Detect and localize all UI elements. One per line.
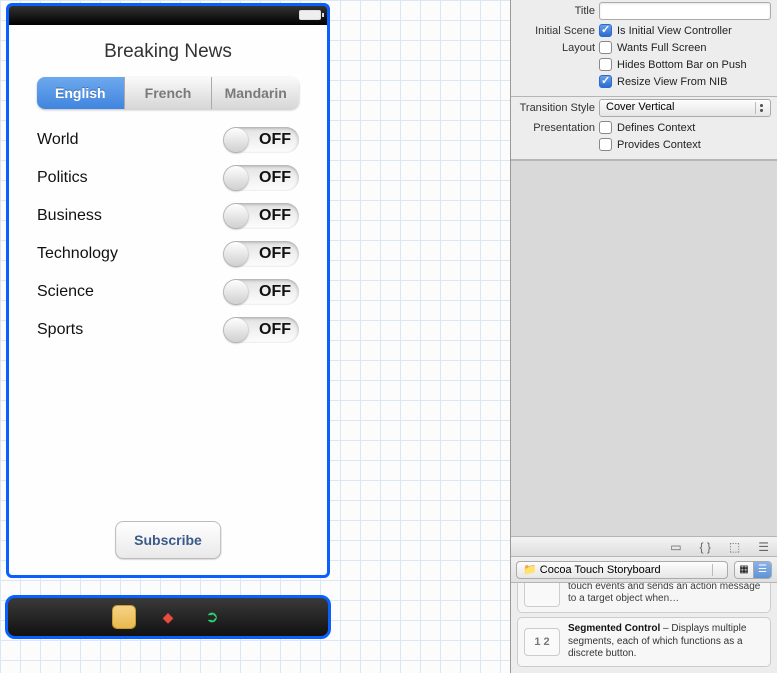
- switch-politics[interactable]: OFF: [223, 165, 299, 191]
- row-technology: Technology OFF: [9, 235, 327, 273]
- row-world: World OFF: [9, 121, 327, 159]
- row-science: Science OFF: [9, 273, 327, 311]
- subscribe-button[interactable]: Subscribe: [115, 521, 221, 559]
- object-library-list[interactable]: touch events and sends an action message…: [511, 583, 777, 673]
- presentation-label: Presentation: [517, 122, 599, 134]
- library-thumb-button: [524, 583, 560, 607]
- switch-sports[interactable]: OFF: [223, 317, 299, 343]
- object-library-icon[interactable]: ⬚: [729, 540, 740, 554]
- segment-english[interactable]: English: [37, 77, 125, 109]
- segment-french[interactable]: French: [125, 77, 213, 109]
- segment-mandarin[interactable]: Mandarin: [212, 77, 299, 109]
- row-sports: Sports OFF: [9, 311, 327, 349]
- view-controller-icon[interactable]: ◆: [157, 606, 179, 628]
- resize-view-from-nib-label: Resize View From NIB: [617, 76, 727, 88]
- language-segmented-control[interactable]: English French Mandarin: [37, 77, 299, 109]
- grid-view-icon[interactable]: ▦: [735, 562, 753, 578]
- row-label: Science: [37, 283, 94, 301]
- row-label: Sports: [37, 321, 83, 339]
- row-label: Politics: [37, 169, 88, 187]
- transition-style-label: Transition Style: [517, 102, 599, 114]
- battery-icon: [299, 10, 321, 20]
- switch-business[interactable]: OFF: [223, 203, 299, 229]
- provides-context-label: Provides Context: [617, 139, 701, 151]
- wants-full-screen-checkbox[interactable]: [599, 41, 612, 54]
- inspector-spacer: [511, 160, 777, 537]
- inspector-panel: Title Initial Scene Is Initial View Cont…: [510, 0, 777, 673]
- hides-bottom-bar-label: Hides Bottom Bar on Push: [617, 59, 747, 71]
- file-template-library-icon[interactable]: ▭: [670, 540, 681, 554]
- initial-scene-label: Initial Scene: [517, 25, 599, 37]
- scene-dock[interactable]: ◆ ➲: [5, 595, 331, 639]
- layout-label: Layout: [517, 42, 599, 54]
- is-initial-view-controller-label: Is Initial View Controller: [617, 25, 732, 37]
- library-item-button[interactable]: touch events and sends an action message…: [517, 583, 771, 613]
- transition-style-dropdown[interactable]: Cover Vertical: [599, 99, 771, 117]
- defines-context-checkbox[interactable]: [599, 121, 612, 134]
- row-label: World: [37, 131, 79, 149]
- defines-context-label: Defines Context: [617, 122, 695, 134]
- switch-technology[interactable]: OFF: [223, 241, 299, 267]
- switch-science[interactable]: OFF: [223, 279, 299, 305]
- row-label: Business: [37, 207, 102, 225]
- library-scope-popup[interactable]: 📁 Cocoa Touch Storyboard: [516, 561, 728, 579]
- library-thumb-segmented: 1 2: [524, 628, 560, 656]
- phone-scene[interactable]: Breaking News English French Mandarin Wo…: [6, 3, 330, 578]
- row-label: Technology: [37, 245, 118, 263]
- row-politics: Politics OFF: [9, 159, 327, 197]
- title-input[interactable]: [599, 2, 771, 20]
- provides-context-checkbox[interactable]: [599, 138, 612, 151]
- wants-full-screen-label: Wants Full Screen: [617, 42, 706, 54]
- library-item-text: touch events and sends an action message…: [568, 583, 764, 606]
- row-business: Business OFF: [9, 197, 327, 235]
- library-selector-bar: ▭ { } ⬚ ☰: [511, 537, 777, 557]
- library-item-segmented-control[interactable]: 1 2 Segmented Control – Displays multipl…: [517, 617, 771, 667]
- library-item-text: Segmented Control – Displays multiple se…: [568, 623, 764, 661]
- code-snippet-library-icon[interactable]: { }: [700, 540, 711, 554]
- list-view-icon[interactable]: ☰: [753, 562, 771, 578]
- exit-icon[interactable]: ➲: [201, 606, 223, 628]
- resize-view-from-nib-checkbox[interactable]: [599, 75, 612, 88]
- first-responder-icon[interactable]: [113, 606, 135, 628]
- title-label: Title: [517, 5, 599, 17]
- library-toolbar: 📁 Cocoa Touch Storyboard ▦ ☰: [511, 557, 777, 583]
- media-library-icon[interactable]: ☰: [758, 540, 769, 554]
- status-bar: [9, 6, 327, 25]
- storyboard-canvas[interactable]: Breaking News English French Mandarin Wo…: [0, 0, 510, 673]
- is-initial-view-controller-checkbox[interactable]: [599, 24, 612, 37]
- switch-world[interactable]: OFF: [223, 127, 299, 153]
- library-view-toggle: ▦ ☰: [734, 561, 772, 579]
- screen-title-label: Breaking News: [9, 41, 327, 63]
- hides-bottom-bar-checkbox[interactable]: [599, 58, 612, 71]
